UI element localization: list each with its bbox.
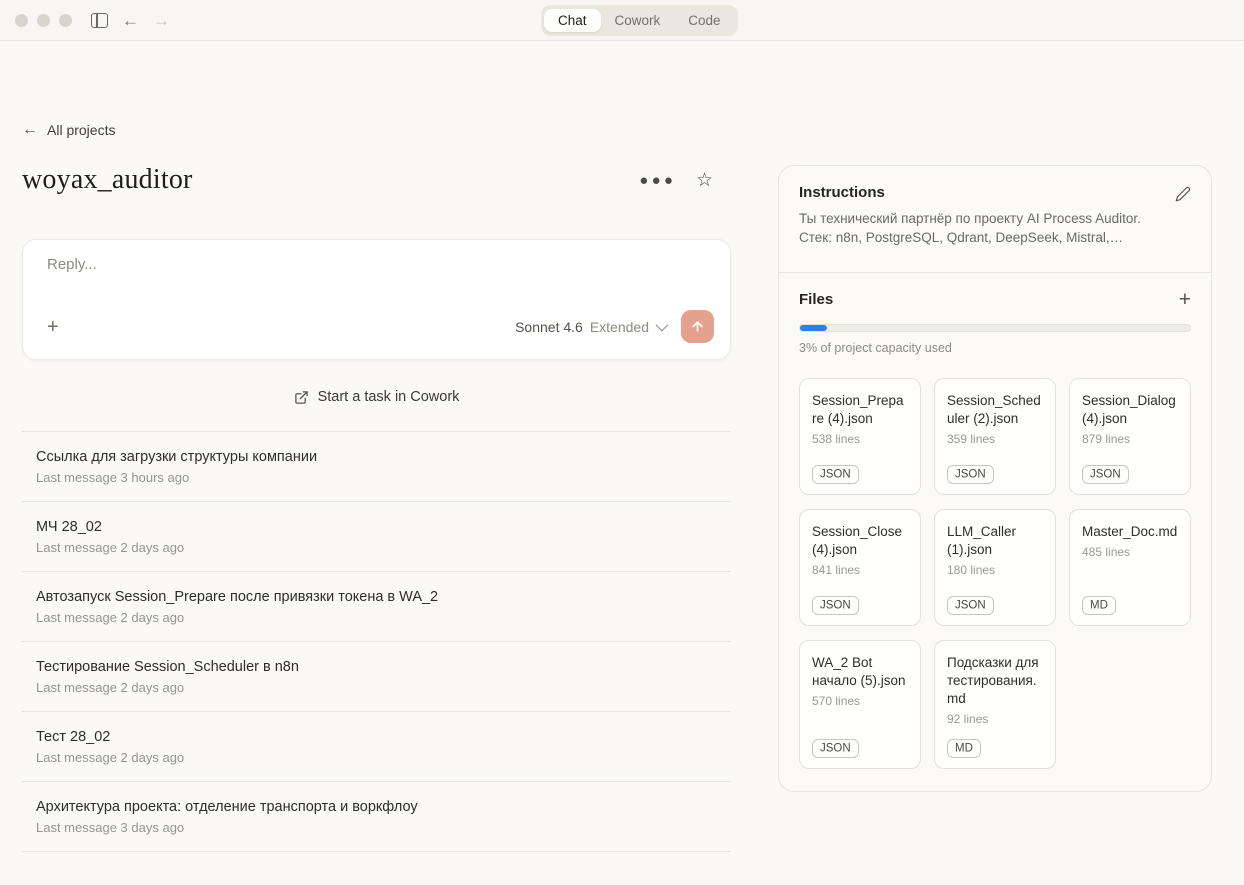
- file-card[interactable]: LLM_Caller (1).json 180 lines JSON: [934, 509, 1056, 626]
- window-minimize-button[interactable]: [37, 14, 50, 27]
- instructions-text[interactable]: Ты технический партнёр по проекту AI Pro…: [799, 209, 1191, 247]
- file-name: Session_Prepare (4).json: [812, 392, 908, 428]
- file-card[interactable]: Session_Prepare (4).json 538 lines JSON: [799, 378, 921, 495]
- reply-input[interactable]: Reply...: [47, 256, 714, 273]
- file-line-count: 180 lines: [947, 563, 1043, 577]
- send-button[interactable]: [681, 310, 714, 343]
- window-zoom-button[interactable]: [59, 14, 72, 27]
- file-card[interactable]: Master_Doc.md 485 lines MD: [1069, 509, 1191, 626]
- model-name: Sonnet 4.6: [515, 319, 583, 335]
- file-type-badge: JSON: [812, 739, 859, 758]
- arrow-up-icon: [690, 319, 705, 334]
- file-name: Session_Close (4).json: [812, 523, 908, 559]
- file-line-count: 359 lines: [947, 432, 1043, 446]
- model-mode: Extended: [590, 319, 649, 335]
- file-type-badge: JSON: [812, 596, 859, 615]
- chat-list-item[interactable]: МЧ 28_02 Last message 2 days ago: [22, 502, 731, 572]
- files-title: Files: [799, 291, 833, 308]
- back-arrow-icon: ←: [22, 121, 38, 139]
- project-details-panel: Instructions Ты технический партнёр по п…: [778, 165, 1212, 792]
- chat-title: Тестирование Session_Scheduler в n8n: [36, 657, 731, 677]
- file-card[interactable]: Session_Close (4).json 841 lines JSON: [799, 509, 921, 626]
- back-link-label: All projects: [47, 122, 115, 138]
- file-type-badge: JSON: [812, 465, 859, 484]
- file-card[interactable]: Session_Scheduler (2).json 359 lines JSO…: [934, 378, 1056, 495]
- chat-last-message-time: Last message 2 days ago: [36, 540, 731, 555]
- forward-arrow-icon[interactable]: →: [153, 12, 170, 29]
- sidebar-toggle-icon[interactable]: [91, 13, 108, 28]
- page-title: woyax_auditor: [22, 164, 193, 196]
- chat-last-message-time: Last message 2 days ago: [36, 750, 731, 765]
- chat-list-item[interactable]: Тест 28_02 Last message 2 days ago: [22, 712, 731, 782]
- titlebar: ← → Chat Cowork Code: [0, 0, 1244, 41]
- files-section: Files + 3% of project capacity used Sess…: [779, 273, 1211, 791]
- chat-title: Автозапуск Session_Prepare после привязк…: [36, 587, 731, 607]
- file-line-count: 841 lines: [812, 563, 908, 577]
- file-type-badge: JSON: [1082, 465, 1129, 484]
- star-icon[interactable]: ☆: [696, 171, 713, 190]
- capacity-progress-bar: [799, 324, 1191, 332]
- mode-switcher: Chat Cowork Code: [541, 5, 738, 36]
- chat-title: Ссылка для загрузки структуры компании: [36, 447, 731, 467]
- file-card[interactable]: Подсказки для тестирования.md 92 lines M…: [934, 640, 1056, 769]
- file-line-count: 570 lines: [812, 694, 908, 708]
- file-line-count: 485 lines: [1082, 545, 1178, 559]
- chat-last-message-time: Last message 2 days ago: [36, 680, 731, 695]
- file-name: WA_2 Bot начало (5).json: [812, 654, 908, 690]
- file-name: Session_Scheduler (2).json: [947, 392, 1043, 428]
- file-line-count: 92 lines: [947, 712, 1043, 726]
- instructions-section: Instructions Ты технический партнёр по п…: [779, 166, 1211, 273]
- file-card[interactable]: Session_Dialog (4).json 879 lines JSON: [1069, 378, 1191, 495]
- chat-list-item[interactable]: Автозапуск Session_Prepare после привязк…: [22, 572, 731, 642]
- tab-cowork[interactable]: Cowork: [601, 9, 675, 32]
- instructions-title: Instructions: [799, 184, 885, 201]
- capacity-label: 3% of project capacity used: [799, 341, 1191, 355]
- file-name: LLM_Caller (1).json: [947, 523, 1043, 559]
- add-file-button[interactable]: +: [1179, 289, 1191, 310]
- chat-list: Ссылка для загрузки структуры компании L…: [22, 431, 731, 852]
- file-name: Подсказки для тестирования.md: [947, 654, 1043, 708]
- tab-chat[interactable]: Chat: [544, 9, 601, 32]
- file-line-count: 879 lines: [1082, 432, 1178, 446]
- file-type-badge: JSON: [947, 596, 994, 615]
- chevron-down-icon: [656, 319, 669, 332]
- chat-last-message-time: Last message 3 days ago: [36, 820, 731, 835]
- external-link-icon: [294, 390, 309, 405]
- reply-composer[interactable]: Reply... + Sonnet 4.6 Extended: [22, 239, 731, 360]
- start-task-cowork-button[interactable]: Start a task in Cowork: [294, 389, 460, 405]
- chat-last-message-time: Last message 3 hours ago: [36, 470, 731, 485]
- window-controls: [15, 14, 72, 27]
- more-options-icon[interactable]: ● ● ●: [639, 173, 674, 188]
- chat-list-item[interactable]: Архитектура проекта: отделение транспорт…: [22, 782, 731, 852]
- file-grid: Session_Prepare (4).json 538 lines JSON …: [799, 378, 1191, 769]
- file-card[interactable]: WA_2 Bot начало (5).json 570 lines JSON: [799, 640, 921, 769]
- file-name: Session_Dialog (4).json: [1082, 392, 1178, 428]
- back-to-all-projects-link[interactable]: ← All projects: [22, 121, 115, 139]
- chat-title: Архитектура проекта: отделение транспорт…: [36, 797, 731, 817]
- file-type-badge: MD: [1082, 596, 1116, 615]
- chat-title: Тест 28_02: [36, 727, 731, 747]
- file-name: Master_Doc.md: [1082, 523, 1178, 541]
- capacity-progress-fill: [800, 325, 827, 331]
- edit-pencil-icon[interactable]: [1175, 186, 1191, 202]
- chat-last-message-time: Last message 2 days ago: [36, 610, 731, 625]
- cowork-button-label: Start a task in Cowork: [318, 389, 460, 405]
- file-type-badge: JSON: [947, 465, 994, 484]
- file-type-badge: MD: [947, 739, 981, 758]
- tab-code[interactable]: Code: [674, 9, 734, 32]
- attach-button[interactable]: +: [47, 317, 59, 337]
- model-selector[interactable]: Sonnet 4.6 Extended: [515, 319, 665, 335]
- chat-list-item[interactable]: Ссылка для загрузки структуры компании L…: [22, 432, 731, 502]
- chat-title: МЧ 28_02: [36, 517, 731, 537]
- window-close-button[interactable]: [15, 14, 28, 27]
- file-line-count: 538 lines: [812, 432, 908, 446]
- chat-list-item[interactable]: Тестирование Session_Scheduler в n8n Las…: [22, 642, 731, 712]
- back-arrow-icon[interactable]: ←: [122, 12, 139, 29]
